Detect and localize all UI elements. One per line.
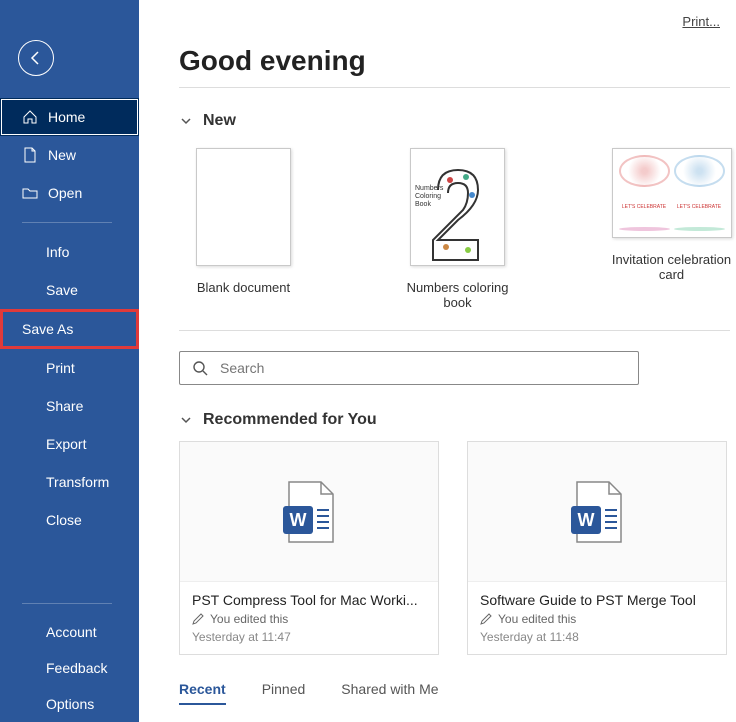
card-title: PST Compress Tool for Mac Worki...: [180, 582, 438, 612]
nav-feedback[interactable]: Feedback: [0, 650, 139, 686]
template-blank-label: Blank document: [179, 280, 308, 295]
nav-account[interactable]: Account: [0, 614, 139, 650]
section-new-header[interactable]: New: [179, 112, 736, 130]
nav-info[interactable]: Info: [0, 233, 139, 271]
document-icon: [22, 147, 38, 163]
templates-row: Blank document Numbers Coloring Book Num…: [179, 148, 736, 310]
nav-open[interactable]: Open: [0, 174, 139, 212]
card-time: Yesterday at 11:47: [180, 630, 438, 654]
search-icon: [192, 360, 208, 376]
nav-home-label: Home: [48, 109, 85, 125]
card-title: Software Guide to PST Merge Tool: [468, 582, 726, 612]
divider: [179, 330, 730, 331]
section-recommended-label: Recommended for You: [203, 411, 377, 429]
template-blank-thumb: [196, 148, 291, 266]
chevron-down-icon: [179, 114, 193, 128]
recommended-cards: W PST Compress Tool for Mac Worki... You…: [179, 441, 736, 655]
nav-share[interactable]: Share: [0, 387, 139, 425]
template-invitation-label: Invitation celebration card: [607, 252, 736, 282]
template-numbers[interactable]: Numbers Coloring Book Numbers coloring b…: [393, 148, 522, 310]
svg-text:W: W: [578, 510, 595, 530]
pencil-icon: [192, 613, 204, 625]
back-button[interactable]: [18, 40, 54, 76]
svg-text:W: W: [290, 510, 307, 530]
number-two-icon: [428, 165, 488, 265]
word-doc-icon: W: [281, 480, 337, 544]
template-invitation[interactable]: LET'S CELEBRATE LET'S CELEBRATE Invitati…: [607, 148, 736, 310]
pencil-icon: [480, 613, 492, 625]
template-invitation-thumb: LET'S CELEBRATE LET'S CELEBRATE: [612, 148, 732, 238]
tab-shared[interactable]: Shared with Me: [341, 681, 438, 705]
nav-new[interactable]: New: [0, 136, 139, 174]
template-numbers-label: Numbers coloring book: [393, 280, 522, 310]
nav-print[interactable]: Print: [0, 349, 139, 387]
sidebar-divider: [22, 222, 112, 223]
nav-export[interactable]: Export: [0, 425, 139, 463]
nav-open-label: Open: [48, 185, 82, 201]
card-meta: You edited this: [468, 612, 726, 630]
greeting-title: Good evening: [179, 45, 736, 77]
nav-options[interactable]: Options: [0, 686, 139, 722]
nav-close[interactable]: Close: [0, 501, 139, 539]
nav-home[interactable]: Home: [0, 98, 139, 136]
divider: [179, 87, 730, 88]
folder-open-icon: [22, 185, 38, 201]
recommended-card[interactable]: W PST Compress Tool for Mac Worki... You…: [179, 441, 439, 655]
card-thumb: W: [468, 442, 726, 582]
arrow-left-icon: [28, 50, 44, 66]
print-link[interactable]: Print...: [682, 14, 720, 29]
section-recommended-header[interactable]: Recommended for You: [179, 411, 736, 429]
recent-tabs: Recent Pinned Shared with Me: [179, 681, 736, 705]
main-content: Print... Good evening New Blank document…: [139, 0, 736, 722]
template-numbers-thumb: Numbers Coloring Book: [410, 148, 505, 266]
word-doc-icon: W: [569, 480, 625, 544]
sidebar-divider-bottom: [22, 603, 112, 604]
nav-save[interactable]: Save: [0, 271, 139, 309]
chevron-down-icon: [179, 413, 193, 427]
nav-save-as[interactable]: Save As: [0, 309, 139, 349]
template-blank[interactable]: Blank document: [179, 148, 308, 310]
nav-new-label: New: [48, 147, 76, 163]
card-meta: You edited this: [180, 612, 438, 630]
recommended-card[interactable]: W Software Guide to PST Merge Tool You e…: [467, 441, 727, 655]
section-new-label: New: [203, 112, 236, 130]
tab-recent[interactable]: Recent: [179, 681, 226, 705]
search-input[interactable]: [220, 360, 626, 376]
search-box[interactable]: [179, 351, 639, 385]
home-icon: [22, 109, 38, 125]
tab-pinned[interactable]: Pinned: [262, 681, 306, 705]
card-thumb: W: [180, 442, 438, 582]
card-time: Yesterday at 11:48: [468, 630, 726, 654]
nav-transform[interactable]: Transform: [0, 463, 139, 501]
sidebar: Home New Open Info Save Save As Print Sh…: [0, 0, 139, 722]
